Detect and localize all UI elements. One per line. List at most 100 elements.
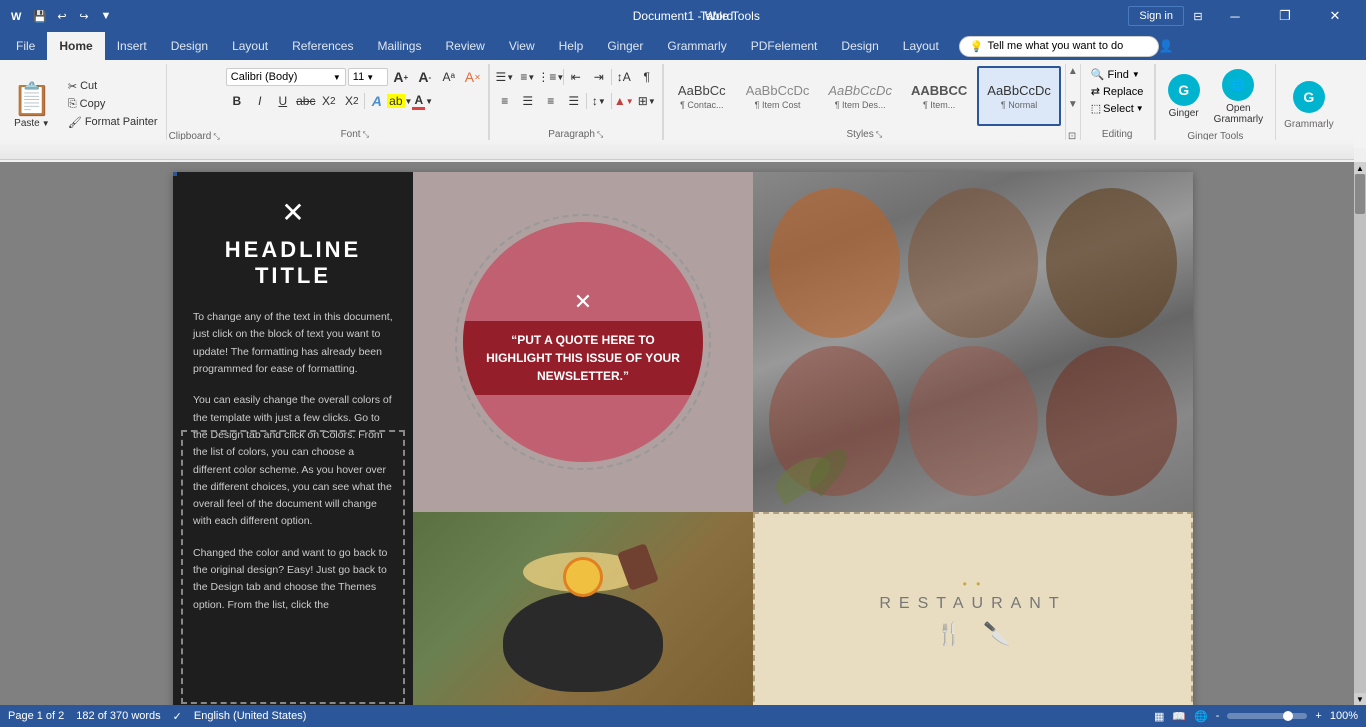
styles-scroll-down[interactable]: ▼ xyxy=(1068,99,1078,110)
tab-layout[interactable]: Layout xyxy=(220,32,280,60)
font-family-selector[interactable]: Calibri (Body) ▼ xyxy=(226,68,346,86)
style-preview-contact: AaBbCc xyxy=(678,83,726,98)
scroll-track[interactable] xyxy=(1354,174,1366,693)
replace-button[interactable]: ⇄ Replace xyxy=(1087,83,1148,100)
style-item-cost[interactable]: AaBbCcDc ¶ Item Cost xyxy=(737,66,819,126)
styles-expand-icon[interactable]: ⤡ xyxy=(876,130,882,140)
view-normal-icon[interactable]: ▦ xyxy=(1154,710,1164,723)
tab-insert[interactable]: Insert xyxy=(105,32,159,60)
format-painter-button[interactable]: 🖌 Format Painter xyxy=(64,114,162,131)
show-formatting-button[interactable]: ¶ xyxy=(636,66,658,88)
font-color-button[interactable]: A▼ xyxy=(412,90,434,112)
view-read-icon[interactable]: 📖 xyxy=(1172,710,1186,723)
tab-ginger[interactable]: Ginger xyxy=(595,32,655,60)
save-button[interactable]: 💾 xyxy=(30,6,50,26)
styles-group: AaBbCc ¶ Contac... AaBbCcDc ¶ Item Cost … xyxy=(664,64,1066,144)
vertical-scrollbar[interactable]: ▲ ▼ xyxy=(1354,162,1366,705)
left-column-icon: ✕ xyxy=(193,196,393,229)
restore-ribbon-button[interactable]: ⊟ xyxy=(1188,6,1208,26)
move-handle[interactable]: ✛ xyxy=(173,172,177,176)
paste-button[interactable]: 📋 Paste▼ xyxy=(4,64,60,144)
tab-mailings[interactable]: Mailings xyxy=(365,32,433,60)
undo-button[interactable]: ↩ xyxy=(52,6,72,26)
find-button[interactable]: 🔍 Find ▼ xyxy=(1087,66,1148,83)
numbering-button[interactable]: ≡▼ xyxy=(517,66,539,88)
superscript-button[interactable]: X2 xyxy=(341,90,363,112)
bullets-button[interactable]: ☰▼ xyxy=(494,66,516,88)
tab-view[interactable]: View xyxy=(497,32,547,60)
style-item-des[interactable]: AaBbCcDc ¶ Item Des... xyxy=(819,66,901,126)
multilevel-list-button[interactable]: ⋮≡▼ xyxy=(540,66,562,88)
zoom-out-button[interactable]: - xyxy=(1216,710,1220,722)
zoom-slider[interactable] xyxy=(1227,713,1307,719)
grammarly-button[interactable]: G xyxy=(1289,77,1329,117)
style-contact[interactable]: AaBbCc ¶ Contac... xyxy=(668,66,736,126)
tab-file[interactable]: File xyxy=(4,32,47,60)
minimize-button[interactable]: ─ xyxy=(1212,0,1258,32)
open-grammarly-button[interactable]: 🌐 OpenGrammarly xyxy=(1210,65,1267,129)
align-right-button[interactable]: ≡ xyxy=(540,90,562,112)
tell-me-input[interactable]: 💡 Tell me what you want to do xyxy=(959,36,1159,57)
decrease-indent-button[interactable]: ⇤ xyxy=(565,66,587,88)
subscript-button[interactable]: X2 xyxy=(318,90,340,112)
tab-layout2[interactable]: Layout xyxy=(891,32,951,60)
newsletter-center-column: ✕ “PUT A QUOTE HERE TO HIGHLIGHT THIS IS… xyxy=(413,172,753,705)
strikethrough-button[interactable]: abc xyxy=(295,90,317,112)
line-spacing-button[interactable]: ↕▼ xyxy=(588,90,610,112)
text-effects-button[interactable]: A xyxy=(366,90,388,112)
align-left-button[interactable]: ≡ xyxy=(494,90,516,112)
clear-formatting-button[interactable]: A✕ xyxy=(462,66,484,88)
ribbon-content: 📋 Paste▼ ✂ Cut ⎘ Copy 🖌 Format Painter C… xyxy=(0,60,1366,148)
font-increase-button[interactable]: A+ xyxy=(390,66,412,88)
style-preview-item-des: AaBbCcDc xyxy=(828,83,892,98)
font-decrease-button[interactable]: A- xyxy=(414,66,436,88)
justify-button[interactable]: ☰ xyxy=(563,90,585,112)
tab-design2[interactable]: Design xyxy=(829,32,890,60)
tab-design[interactable]: Design xyxy=(159,32,220,60)
share-button[interactable]: 👤 Share xyxy=(1159,39,1209,53)
borders-button[interactable]: ⊞▼ xyxy=(636,90,658,112)
tab-review[interactable]: Review xyxy=(433,32,496,60)
tab-pdfelement[interactable]: PDFelement xyxy=(739,32,830,60)
italic-button[interactable]: I xyxy=(249,90,271,112)
increase-indent-button[interactable]: ⇥ xyxy=(588,66,610,88)
text-highlight-button[interactable]: ab▼ xyxy=(389,90,411,112)
ruler xyxy=(0,140,1354,159)
tab-references[interactable]: References xyxy=(280,32,365,60)
restore-button[interactable]: ❐ xyxy=(1262,0,1308,32)
newsletter-left-column: ✕ HEADLINE TITLE To change any of the te… xyxy=(173,172,413,705)
sort-button[interactable]: ↕A xyxy=(613,66,635,88)
customize-qat-button[interactable]: ▼ xyxy=(96,6,116,26)
redo-button[interactable]: ↪ xyxy=(74,6,94,26)
copy-button[interactable]: ⎘ Copy xyxy=(64,96,162,113)
tab-grammarly[interactable]: Grammarly xyxy=(655,32,738,60)
shading-button[interactable]: ▲▼ xyxy=(613,90,635,112)
zoom-in-button[interactable]: + xyxy=(1315,710,1321,722)
spice-bowl-5 xyxy=(908,346,1039,496)
style-normal[interactable]: AaBbCcDc ¶ Normal xyxy=(977,66,1061,126)
font-size-selector[interactable]: 11 ▼ xyxy=(348,68,388,86)
cut-label: Cut xyxy=(80,80,97,92)
select-button[interactable]: ⬚ Select ▼ xyxy=(1087,100,1148,117)
view-web-icon[interactable]: 🌐 xyxy=(1194,710,1208,723)
bold-button[interactable]: B xyxy=(226,90,248,112)
align-center-button[interactable]: ☰ xyxy=(517,90,539,112)
signin-button[interactable]: Sign in xyxy=(1128,6,1184,26)
close-button[interactable]: ✕ xyxy=(1312,0,1358,32)
styles-scroll-up[interactable]: ▲ xyxy=(1068,66,1078,77)
ginger-button[interactable]: G Ginger xyxy=(1164,70,1204,123)
style-item[interactable]: AABBCC ¶ Item... xyxy=(902,66,976,126)
tab-help[interactable]: Help xyxy=(547,32,596,60)
tab-home[interactable]: Home xyxy=(47,32,104,60)
style-label-item-des: ¶ Item Des... xyxy=(835,100,886,110)
scroll-up-button[interactable]: ▲ xyxy=(1354,162,1366,174)
paragraph-expand-icon[interactable]: ⤡ xyxy=(597,130,603,140)
word-count: 182 of 370 words xyxy=(76,710,160,722)
underline-button[interactable]: U xyxy=(272,90,294,112)
cut-button[interactable]: ✂ Cut xyxy=(64,78,162,95)
scroll-down-button[interactable]: ▼ xyxy=(1354,693,1366,705)
font-expand-icon[interactable]: ⤡ xyxy=(363,130,369,140)
change-case-button[interactable]: Aᵃ xyxy=(438,66,460,88)
scroll-thumb[interactable] xyxy=(1355,174,1365,214)
font-family-value: Calibri (Body) xyxy=(231,71,298,83)
